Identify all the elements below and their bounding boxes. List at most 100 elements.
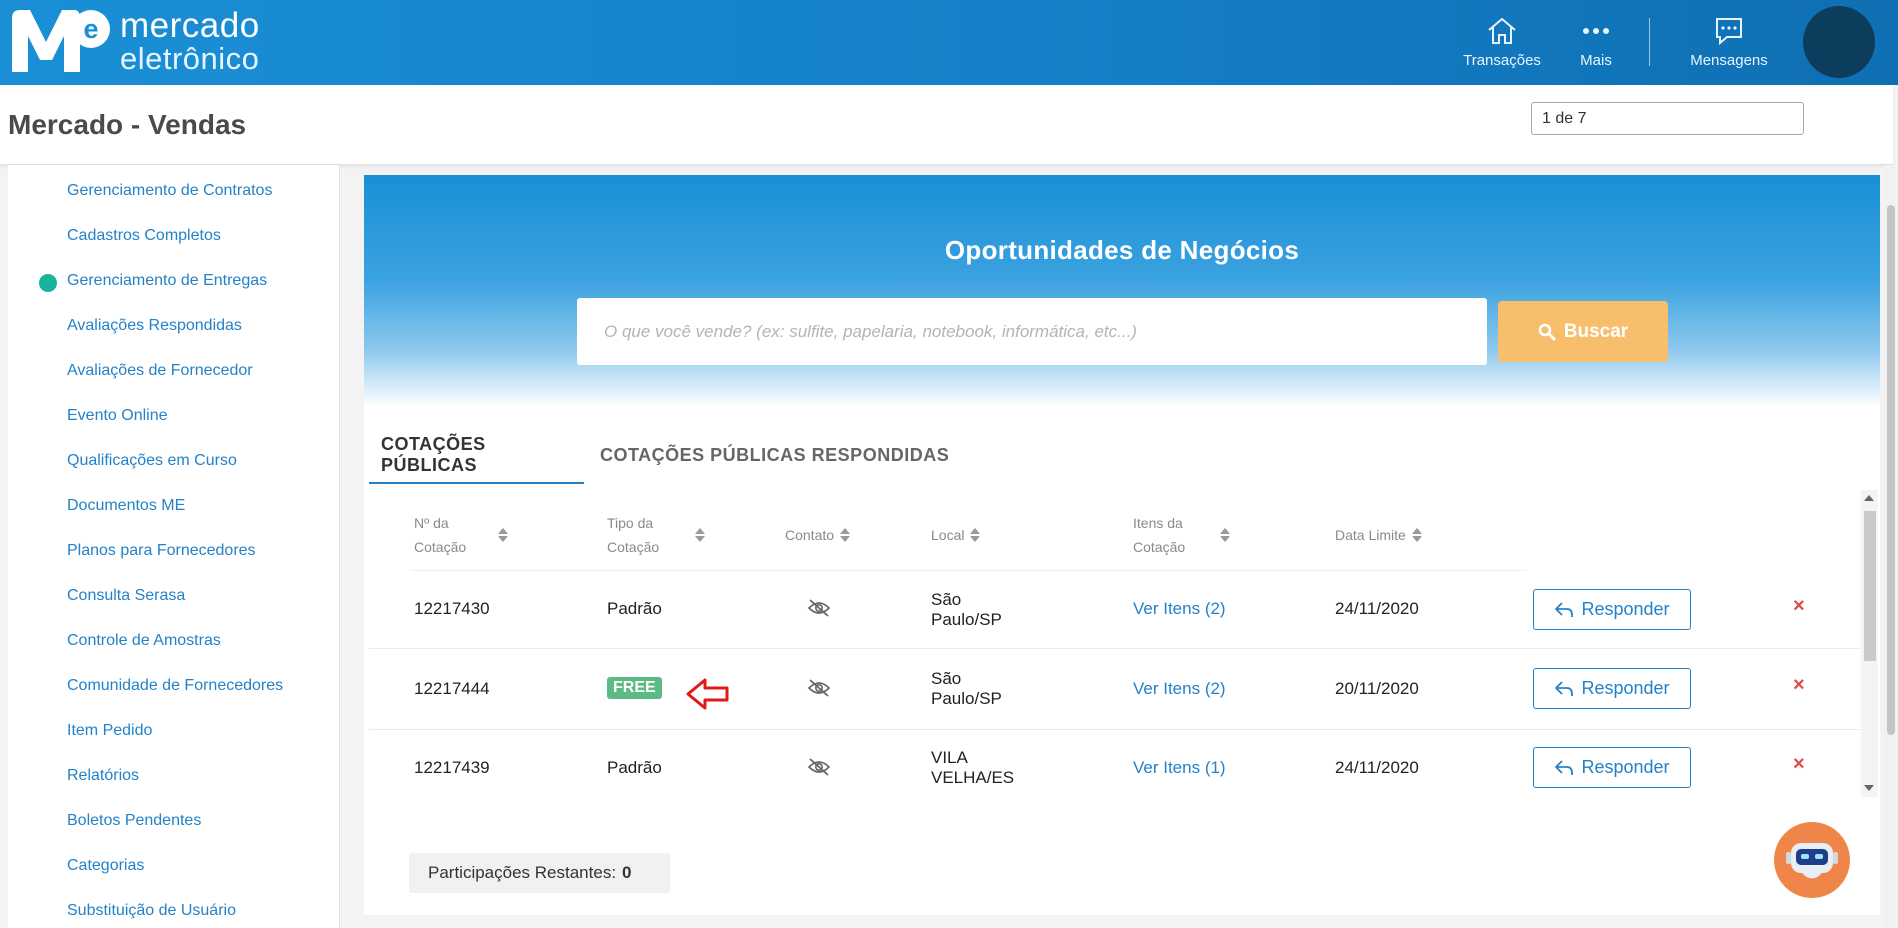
sidebar-item-avaliacoes-respondidas[interactable]: Avaliações Respondidas <box>67 317 242 335</box>
left-arrow-annotation-icon <box>686 678 729 710</box>
tab-cotacoes-publicas-respondidas[interactable]: COTAÇÕES PÚBLICAS RESPONDIDAS <box>600 427 949 484</box>
more-dots-icon <box>1583 28 1609 34</box>
sidebar-item-qualificacoes-curso[interactable]: Qualificações em Curso <box>67 452 237 470</box>
header-numero-cotacao[interactable]: Nº da Cotação <box>414 511 509 559</box>
ver-itens-link[interactable]: Ver Itens (1) <box>1133 758 1226 778</box>
header-contato[interactable]: Contato <box>785 523 851 547</box>
cell-local: São Paulo/SP <box>931 669 1002 709</box>
pager-input[interactable] <box>1531 102 1804 135</box>
sidebar-item-comunidade-fornecedores[interactable]: Comunidade de Fornecedores <box>67 677 283 695</box>
responder-label: Responder <box>1581 599 1670 619</box>
sort-icon <box>1220 528 1231 542</box>
delete-x-icon[interactable]: × <box>1793 595 1805 618</box>
cell-data-limite: 24/11/2020 <box>1335 758 1419 777</box>
cell-local-line2: VELHA/ES <box>931 768 1015 787</box>
header-local[interactable]: Local <box>931 523 981 547</box>
header-numero-line2: Cotação <box>414 539 467 555</box>
scroll-down-arrow-icon[interactable] <box>1864 785 1874 791</box>
search-input[interactable] <box>577 298 1487 365</box>
header-itens-line1: Itens da <box>1133 515 1183 531</box>
responder-label: Responder <box>1581 678 1670 698</box>
cell-numero: 12217439 <box>414 758 490 777</box>
header-local-label: Local <box>931 527 965 543</box>
sidebar-item-gerenciamento-contratos[interactable]: Gerenciamento de Contratos <box>67 182 272 200</box>
hidden-contact-eye-icon <box>807 758 831 776</box>
search-button-label: Buscar <box>1563 320 1629 342</box>
ver-itens-link[interactable]: Ver Itens (2) <box>1133 679 1226 699</box>
brand-line1: mercado <box>120 6 260 45</box>
robot-icon <box>1786 843 1838 879</box>
participations-remaining: Participações Restantes: 0 <box>409 853 670 893</box>
reply-icon <box>1555 601 1574 617</box>
delete-x-icon[interactable]: × <box>1793 674 1805 697</box>
scroll-up-arrow-icon[interactable] <box>1864 495 1874 501</box>
responder-label: Responder <box>1581 757 1670 777</box>
sidebar-item-gerenciamento-entregas[interactable]: Gerenciamento de Entregas <box>67 272 267 290</box>
reply-icon <box>1555 759 1574 775</box>
page-scrollbar-thumb[interactable] <box>1887 205 1895 735</box>
nav-divider <box>1649 18 1650 66</box>
ver-itens-link[interactable]: Ver Itens (2) <box>1133 599 1226 619</box>
sidebar-item-cadastros-completos[interactable]: Cadastros Completos <box>67 227 221 245</box>
opportunities-panel: Oportunidades de Negócios Buscar COTAÇÕE… <box>364 175 1880 915</box>
nav-mais[interactable]: Mais <box>1561 0 1631 85</box>
sidebar-item-boletos-pendentes[interactable]: Boletos Pendentes <box>67 812 201 830</box>
row-divider <box>369 648 1864 649</box>
header-itens-line2: Cotação <box>1133 539 1186 555</box>
sidebar-item-evento-online[interactable]: Evento Online <box>67 407 168 425</box>
responder-button[interactable]: Responder <box>1533 589 1691 630</box>
responder-button[interactable]: Responder <box>1533 668 1691 709</box>
header-tipo-line1: Tipo da <box>607 515 654 531</box>
sort-icon <box>970 528 981 542</box>
brand-logo[interactable]: e mercado eletrônico <box>12 6 260 76</box>
cell-local-line1: VILA <box>931 748 968 767</box>
cell-local-line1: São <box>931 669 962 688</box>
sidebar-item-avaliacoes-fornecedor[interactable]: Avaliações de Fornecedor <box>67 362 253 380</box>
nav-transacoes[interactable]: Transações <box>1462 0 1542 85</box>
responder-button[interactable]: Responder <box>1533 747 1691 788</box>
search-button[interactable]: Buscar <box>1498 301 1668 362</box>
hero-banner: Oportunidades de Negócios Buscar <box>364 175 1880 407</box>
chat-icon <box>1716 18 1742 46</box>
table-scrollbar-thumb[interactable] <box>1864 511 1876 661</box>
chatbot-button[interactable] <box>1774 822 1850 898</box>
header-data-label: Data Limite <box>1335 527 1406 543</box>
sidebar-item-consulta-serasa[interactable]: Consulta Serasa <box>67 587 185 605</box>
reply-icon <box>1555 680 1574 696</box>
sidebar-item-controle-amostras[interactable]: Controle de Amostras <box>67 632 221 650</box>
hero-title: Oportunidades de Negócios <box>944 235 1300 265</box>
sidebar-item-categorias[interactable]: Categorias <box>67 857 144 875</box>
cell-tipo: Padrão <box>607 758 662 777</box>
nav-mais-label: Mais <box>1580 52 1612 69</box>
cell-local: VILA VELHA/ES <box>931 748 1014 788</box>
cell-data-limite: 24/11/2020 <box>1335 599 1419 618</box>
active-indicator-dot <box>39 274 57 292</box>
cell-numero: 12217444 <box>414 679 490 698</box>
tab-cotacoes-publicas[interactable]: COTAÇÕES PÚBLICAS <box>369 427 584 484</box>
header-numero-line1: Nº da <box>414 515 449 531</box>
hidden-contact-eye-icon <box>807 679 831 697</box>
header-itens-cotacao[interactable]: Itens da Cotação <box>1133 511 1231 559</box>
cell-local: São Paulo/SP <box>931 590 1002 630</box>
brand-line2: eletrônico <box>120 41 260 76</box>
participations-value: 0 <box>622 863 632 882</box>
header-data-limite[interactable]: Data Limite <box>1335 523 1422 547</box>
user-avatar[interactable] <box>1803 6 1875 78</box>
page-header: Mercado - Vendas <box>0 85 1893 165</box>
sort-icon <box>695 528 706 542</box>
svg-text:e: e <box>83 14 98 44</box>
nav-mensagens[interactable]: Mensagens <box>1684 0 1774 85</box>
cell-tipo: Padrão <box>607 599 662 618</box>
delete-x-icon[interactable]: × <box>1793 753 1805 776</box>
cell-local-line2: Paulo/SP <box>931 610 1002 629</box>
sidebar-item-relatorios[interactable]: Relatórios <box>67 767 139 785</box>
nav-mensagens-label: Mensagens <box>1690 52 1768 69</box>
logo-me-icon: e <box>12 6 110 76</box>
sidebar-item-documentos-me[interactable]: Documentos ME <box>67 497 185 515</box>
sidebar-item-substituicao-usuario[interactable]: Substituição de Usuário <box>67 902 236 920</box>
header-contato-label: Contato <box>785 527 835 543</box>
cell-local-line2: Paulo/SP <box>931 689 1002 708</box>
sidebar-item-planos-fornecedores[interactable]: Planos para Fornecedores <box>67 542 256 560</box>
header-tipo-cotacao[interactable]: Tipo da Cotação <box>607 511 706 559</box>
sidebar-item-item-pedido[interactable]: Item Pedido <box>67 722 152 740</box>
